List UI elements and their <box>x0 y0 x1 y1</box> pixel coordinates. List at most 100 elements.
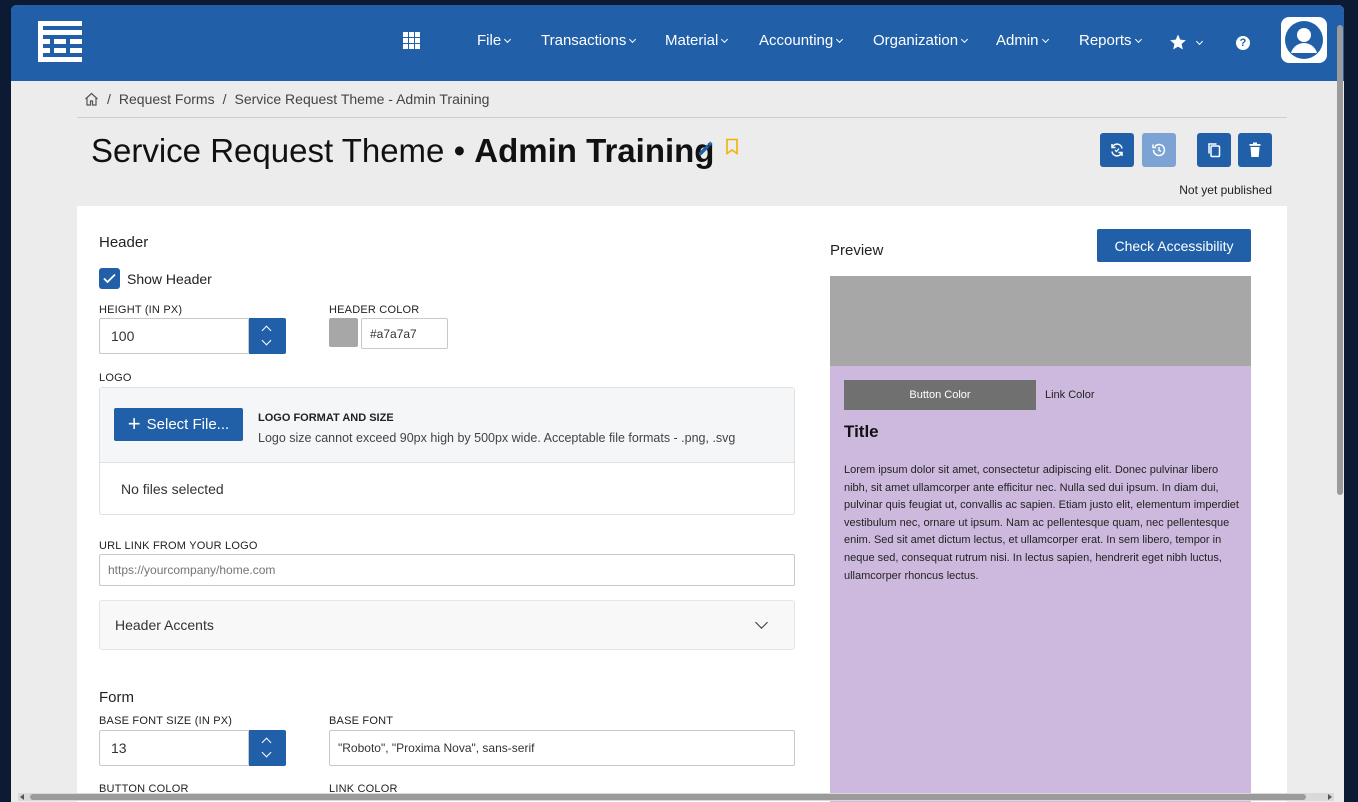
no-files-text: No files selected <box>121 481 224 497</box>
header-color-input[interactable]: #a7a7a7 <box>361 318 448 349</box>
base-font-size-input[interactable]: 13 <box>99 730 249 766</box>
base-font-size-stepper[interactable] <box>249 730 286 766</box>
nav-admin[interactable]: Admin <box>996 32 1049 49</box>
nav-organization-label: Organization <box>873 32 959 49</box>
logo-label: LOGO <box>99 372 132 384</box>
favorites-menu[interactable] <box>1169 33 1204 56</box>
vertical-scroll-thumb[interactable] <box>1337 25 1343 495</box>
star-icon <box>1170 34 1186 50</box>
app-window: File Transactions Material Accounting Or… <box>11 5 1344 802</box>
sync-icon <box>1111 143 1123 157</box>
nav-file-label: File <box>477 32 502 49</box>
height-input[interactable]: 100 <box>99 318 249 354</box>
nav-organization[interactable]: Organization <box>873 32 969 49</box>
preview-link[interactable]: Link Color <box>1045 389 1095 401</box>
preview-header <box>830 276 1251 366</box>
nav-accounting[interactable]: Accounting <box>759 32 844 49</box>
preview-body: Button Color Link Color Title Lorem ipsu… <box>830 366 1251 802</box>
home-icon[interactable] <box>84 92 99 106</box>
app-logo[interactable] <box>38 21 82 63</box>
chevron-down-icon <box>721 35 729 44</box>
chevron-down-icon <box>836 35 844 44</box>
chevron-up-icon <box>261 737 272 748</box>
chevron-down-icon <box>1041 35 1049 44</box>
copy-icon <box>1208 143 1221 158</box>
copy-button[interactable] <box>1197 133 1231 167</box>
url-label: URL LINK FROM YOUR LOGO <box>99 540 258 552</box>
chevron-down-icon <box>504 35 512 44</box>
header-section-title: Header <box>99 234 149 251</box>
nav-transactions-label: Transactions <box>541 32 627 49</box>
history-button[interactable] <box>1142 133 1176 167</box>
header-color-label: HEADER COLOR <box>329 304 420 316</box>
checkmark-icon <box>103 273 116 284</box>
page-title: Service Request Theme • Admin Training <box>91 132 714 170</box>
upload-toolbar: + Select File... LOGO FORMAT AND SIZE Lo… <box>100 388 794 463</box>
breadcrumb: / Request Forms / Service Request Theme … <box>84 91 489 107</box>
vertical-scrollbar[interactable] <box>1336 19 1344 799</box>
page-title-name: Admin Training <box>474 132 715 169</box>
preview-body-text: Lorem ipsum dolor sit amet, consectetur … <box>844 464 1239 582</box>
chevron-down-icon <box>1134 35 1142 44</box>
breadcrumb-request-forms[interactable]: Request Forms <box>119 91 215 107</box>
nav-transactions[interactable]: Transactions <box>541 32 637 49</box>
logo-format-description: Logo size cannot exceed 90px high by 500… <box>258 431 736 445</box>
apps-grid-icon[interactable] <box>401 30 423 52</box>
nav-reports[interactable]: Reports <box>1079 32 1142 49</box>
preview-title: Title <box>844 422 879 441</box>
nav-file[interactable]: File <box>477 32 512 49</box>
show-header-checkbox[interactable] <box>99 268 120 289</box>
horizontal-scrollbar[interactable] <box>18 793 1334 801</box>
publish-status: Not yet published <box>1179 183 1272 197</box>
nav-reports-label: Reports <box>1079 32 1132 49</box>
breadcrumb-current: Service Request Theme - Admin Training <box>234 91 490 107</box>
select-file-label: Select File... <box>146 416 230 433</box>
scroll-right-icon[interactable] <box>1328 794 1332 800</box>
header-accents-accordion[interactable]: Header Accents <box>99 600 795 650</box>
delete-icon <box>1249 142 1261 157</box>
base-font-input[interactable]: "Roboto", "Proxima Nova", sans-serif <box>329 730 795 766</box>
header-color-swatch[interactable] <box>329 318 358 347</box>
select-file-button[interactable]: + Select File... <box>114 408 243 441</box>
history-icon <box>1152 143 1166 157</box>
height-label: HEIGHT (IN PX) <box>99 304 183 316</box>
breadcrumb-separator: / <box>222 91 227 107</box>
scroll-left-icon[interactable] <box>20 794 24 800</box>
chevron-down-icon <box>961 35 969 44</box>
logo-url-input[interactable] <box>99 554 795 586</box>
base-font-label: BASE FONT <box>329 715 394 727</box>
plus-icon: + <box>127 410 141 436</box>
help-icon[interactable]: ? <box>1236 36 1250 50</box>
logo-upload: + Select File... LOGO FORMAT AND SIZE Lo… <box>99 387 795 515</box>
chevron-down-icon <box>261 747 272 758</box>
breadcrumb-separator: / <box>107 91 111 107</box>
nav-material-label: Material <box>665 32 719 49</box>
user-icon <box>1285 21 1323 59</box>
page-title-prefix: Service Request Theme • <box>91 132 475 169</box>
nav-admin-label: Admin <box>996 32 1039 49</box>
show-header-label: Show Header <box>127 271 212 287</box>
header-accents-label: Header Accents <box>115 617 214 633</box>
check-accessibility-button[interactable]: Check Accessibility <box>1097 229 1251 262</box>
delete-button[interactable] <box>1238 133 1272 167</box>
chevron-down-icon <box>755 616 768 629</box>
bookmark-icon[interactable] <box>725 138 739 161</box>
top-navigation: File Transactions Material Accounting Or… <box>11 5 1344 81</box>
user-avatar[interactable] <box>1281 17 1327 63</box>
divider <box>77 117 1287 118</box>
chevron-up-icon <box>261 325 272 336</box>
chevron-down-icon <box>629 35 637 44</box>
edit-pencil-icon[interactable] <box>696 138 716 163</box>
chevron-down-icon <box>261 335 272 346</box>
logo-format-title: LOGO FORMAT AND SIZE <box>258 412 394 424</box>
chevron-down-icon <box>1195 37 1204 46</box>
preview-button[interactable]: Button Color <box>844 380 1036 410</box>
preview-label: Preview <box>830 242 884 259</box>
height-stepper[interactable] <box>249 318 286 354</box>
sync-button[interactable] <box>1100 133 1134 167</box>
nav-material[interactable]: Material <box>665 32 729 49</box>
nav-accounting-label: Accounting <box>759 32 834 49</box>
theme-editor-panel: Header Show Header HEIGHT (IN PX) 100 HE… <box>77 206 1287 802</box>
horizontal-scroll-thumb[interactable] <box>30 794 1306 800</box>
form-section-title: Form <box>99 689 134 706</box>
